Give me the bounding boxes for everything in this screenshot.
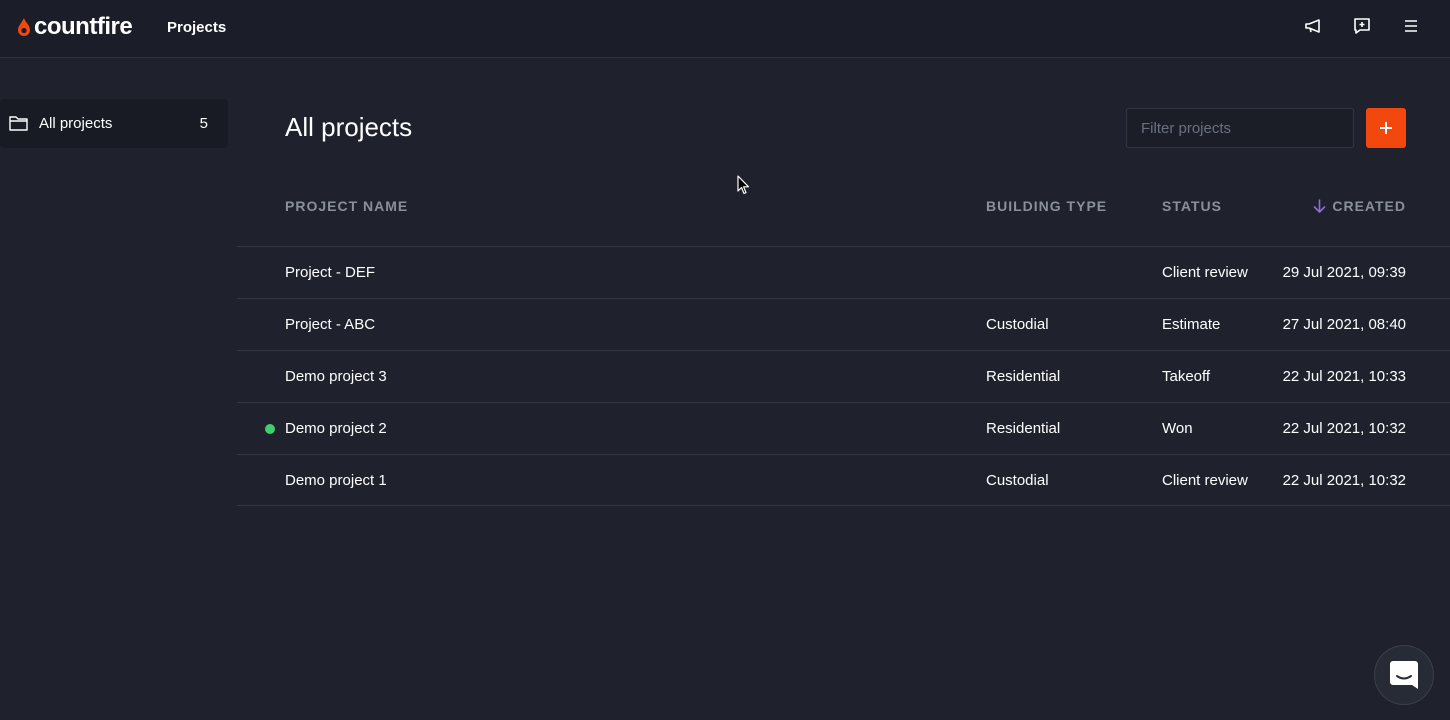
created-date: 22 Jul 2021, 10:32 bbox=[1282, 472, 1406, 489]
logo-text: countfire bbox=[34, 13, 133, 40]
page-title: All projects bbox=[285, 112, 413, 142]
project-status: Client review bbox=[1162, 472, 1248, 489]
building-type: Residential bbox=[986, 368, 1061, 385]
mouse-cursor-icon bbox=[737, 175, 750, 195]
sort-descending-icon bbox=[1314, 199, 1326, 213]
table-row[interactable]: Project - DEF Client review 29 Jul 2021,… bbox=[237, 246, 1450, 298]
column-header-building-type[interactable]: BUILDING TYPE bbox=[986, 198, 1107, 214]
project-name[interactable]: Demo project 2 bbox=[285, 420, 387, 437]
column-header-project-name[interactable]: PROJECT NAME bbox=[285, 198, 408, 214]
sidebar-item-all-projects[interactable]: All projects 5 bbox=[0, 99, 228, 148]
nav-title-projects[interactable]: Projects bbox=[167, 19, 226, 36]
sidebar-item-label: All projects bbox=[39, 115, 113, 132]
plus-icon bbox=[1380, 122, 1392, 134]
project-status: Won bbox=[1162, 420, 1193, 437]
add-project-button[interactable] bbox=[1366, 108, 1406, 148]
megaphone-icon[interactable] bbox=[1302, 15, 1324, 37]
building-type: Custodial bbox=[986, 472, 1049, 489]
table-row[interactable]: Demo project 1 Custodial Client review 2… bbox=[237, 454, 1450, 506]
project-name[interactable]: Demo project 3 bbox=[285, 368, 387, 385]
created-date: 22 Jul 2021, 10:33 bbox=[1282, 368, 1406, 385]
filter-projects-input[interactable] bbox=[1126, 108, 1354, 148]
created-date: 22 Jul 2021, 10:32 bbox=[1282, 420, 1406, 437]
column-header-created[interactable]: CREATED bbox=[1313, 198, 1406, 214]
project-status: Estimate bbox=[1162, 316, 1221, 333]
status-indicator-dot bbox=[265, 424, 275, 434]
sidebar-item-count: 5 bbox=[199, 115, 208, 132]
project-status: Takeoff bbox=[1162, 368, 1211, 385]
project-name[interactable]: Project - ABC bbox=[285, 316, 375, 333]
table-row[interactable]: Demo project 3 Residential Takeoff 22 Ju… bbox=[237, 350, 1450, 402]
created-date: 29 Jul 2021, 09:39 bbox=[1282, 264, 1406, 281]
top-bar: countfire Projects bbox=[0, 0, 1450, 58]
column-header-created-label: CREATED bbox=[1332, 198, 1406, 214]
project-name[interactable]: Project - DEF bbox=[285, 264, 375, 281]
chat-launcher-button[interactable] bbox=[1374, 645, 1434, 705]
table-row[interactable]: Project - ABC Custodial Estimate 27 Jul … bbox=[237, 298, 1450, 350]
menu-icon[interactable] bbox=[1400, 15, 1422, 37]
building-type: Residential bbox=[986, 420, 1061, 437]
created-date: 27 Jul 2021, 08:40 bbox=[1282, 316, 1406, 333]
table-row[interactable]: Demo project 2 Residential Won 22 Jul 20… bbox=[237, 402, 1450, 454]
building-type: Custodial bbox=[986, 316, 1049, 333]
countfire-logo[interactable]: countfire bbox=[16, 13, 133, 41]
folder-icon bbox=[9, 116, 28, 131]
project-name[interactable]: Demo project 1 bbox=[285, 472, 387, 489]
column-header-status[interactable]: STATUS bbox=[1162, 198, 1222, 214]
flame-icon bbox=[18, 18, 30, 36]
feedback-icon[interactable] bbox=[1351, 15, 1373, 37]
project-status: Client review bbox=[1162, 264, 1248, 281]
chat-icon bbox=[1390, 661, 1418, 689]
